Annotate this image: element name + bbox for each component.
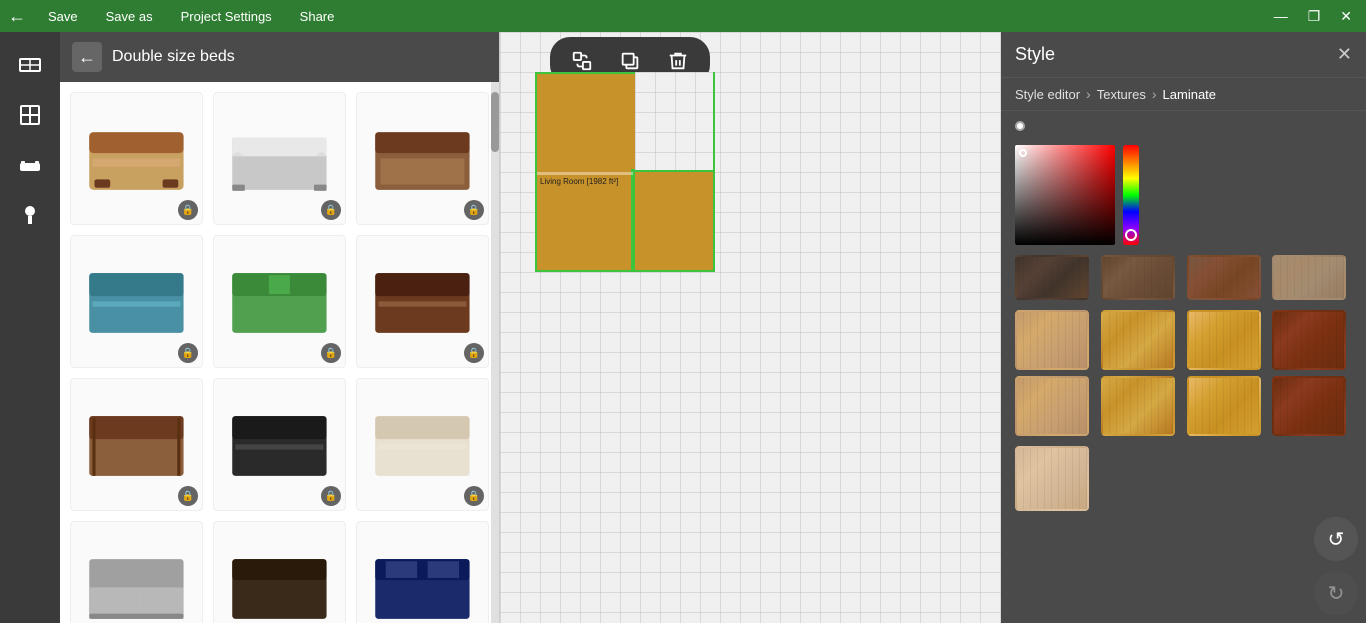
texture-swatch[interactable] (1272, 310, 1346, 370)
lock-icon: 🔒 (321, 343, 341, 363)
titlebar: ← Save Save as Project Settings Share — … (0, 0, 1366, 32)
breadcrumb-laminate[interactable]: Laminate (1163, 87, 1216, 102)
lock-icon: 🔒 (178, 200, 198, 220)
texture-swatch[interactable] (1101, 255, 1175, 300)
style-panel-close-button[interactable]: ✕ (1337, 44, 1352, 65)
textures-grid (1001, 304, 1366, 442)
breadcrumb-sep-1: › (1086, 86, 1091, 102)
texture-swatch[interactable] (1187, 376, 1261, 436)
save-button[interactable]: Save (42, 7, 84, 26)
texture-swatch[interactable] (1187, 255, 1261, 300)
lock-icon: 🔒 (464, 200, 484, 220)
breadcrumb: Style editor › Textures › Laminate (1001, 78, 1366, 111)
hue-slider[interactable] (1123, 145, 1139, 245)
texture-swatch[interactable] (1015, 255, 1089, 300)
texture-swatch[interactable] (1015, 446, 1089, 511)
undo-button[interactable]: ↺ (1314, 517, 1358, 561)
list-item[interactable]: 🔒 (356, 235, 489, 368)
maximize-button[interactable]: ❐ (1302, 6, 1327, 27)
style-panel-header: Style ✕ (1001, 32, 1366, 78)
close-button[interactable]: ✕ (1334, 6, 1358, 27)
list-item[interactable]: 🔒 (356, 521, 489, 623)
furniture-back-button[interactable]: ← (72, 42, 102, 72)
save-as-button[interactable]: Save as (100, 7, 159, 26)
breadcrumb-style-editor[interactable]: Style editor (1015, 87, 1080, 102)
scrollbar-thumb[interactable] (491, 92, 499, 152)
floorplan: Living Room [1982 ft²] (515, 72, 745, 292)
left-sidebar (0, 32, 60, 623)
furniture-panel: ← Double size beds 🔒 (60, 32, 500, 623)
lock-icon: 🔒 (178, 486, 198, 506)
canvas-area[interactable]: ← Double size beds 🔒 (60, 32, 1366, 623)
project-settings-button[interactable]: Project Settings (175, 7, 278, 26)
color-picker (1001, 111, 1366, 145)
texture-swatch[interactable] (1101, 376, 1175, 436)
furniture-panel-title: Double size beds (112, 48, 235, 66)
list-item[interactable]: 🔒 (213, 521, 346, 623)
texture-swatch[interactable] (1272, 255, 1346, 300)
texture-swatch[interactable] (1187, 310, 1261, 370)
list-item[interactable]: 🔒 (213, 92, 346, 225)
redo-button[interactable]: ↻ (1314, 571, 1358, 615)
list-item[interactable]: 🔒 (213, 378, 346, 511)
style-panel-title: Style (1015, 44, 1055, 65)
texture-swatch[interactable] (1015, 310, 1089, 370)
lock-icon: 🔒 (321, 200, 341, 220)
texture-swatch[interactable] (1101, 310, 1175, 370)
lock-icon: 🔒 (464, 343, 484, 363)
list-item[interactable]: 🔒 (70, 521, 203, 623)
sidebar-item-window[interactable] (7, 92, 53, 138)
list-item[interactable]: 🔒 (70, 92, 203, 225)
color-gradient-picker[interactable] (1015, 145, 1115, 245)
texture-swatch[interactable] (1015, 376, 1089, 436)
lock-icon: 🔒 (321, 486, 341, 506)
back-button[interactable]: ← (8, 6, 26, 27)
list-item[interactable]: 🔒 (70, 378, 203, 511)
minimize-button[interactable]: — (1268, 6, 1294, 26)
texture-swatch[interactable] (1272, 376, 1346, 436)
furniture-grid[interactable]: 🔒 🔒 (60, 82, 499, 623)
sidebar-item-furniture[interactable] (7, 142, 53, 188)
lock-icon: 🔒 (178, 343, 198, 363)
breadcrumb-textures[interactable]: Textures (1097, 87, 1146, 102)
style-panel: Style ✕ Style editor › Textures › Lamina… (1001, 32, 1366, 623)
sidebar-item-outdoor[interactable] (7, 192, 53, 238)
window-controls: — ❐ ✕ (1268, 6, 1358, 27)
breadcrumb-sep-2: › (1152, 86, 1157, 102)
scrollbar[interactable] (491, 82, 499, 623)
list-item[interactable]: 🔒 (213, 235, 346, 368)
main-area: ← Double size beds 🔒 (0, 32, 1366, 623)
bottom-actions: ↺ ↻ (1314, 517, 1358, 615)
list-item[interactable]: 🔒 (356, 378, 489, 511)
list-item[interactable]: 🔒 (70, 235, 203, 368)
color-circle-indicator (1015, 121, 1025, 135)
furniture-panel-header: ← Double size beds (60, 32, 499, 82)
lock-icon: 🔒 (464, 486, 484, 506)
sidebar-item-wall[interactable] (7, 42, 53, 88)
list-item[interactable]: 🔒 (356, 92, 489, 225)
room-label: Living Room [1982 ft²] (540, 177, 618, 186)
share-button[interactable]: Share (294, 7, 341, 26)
